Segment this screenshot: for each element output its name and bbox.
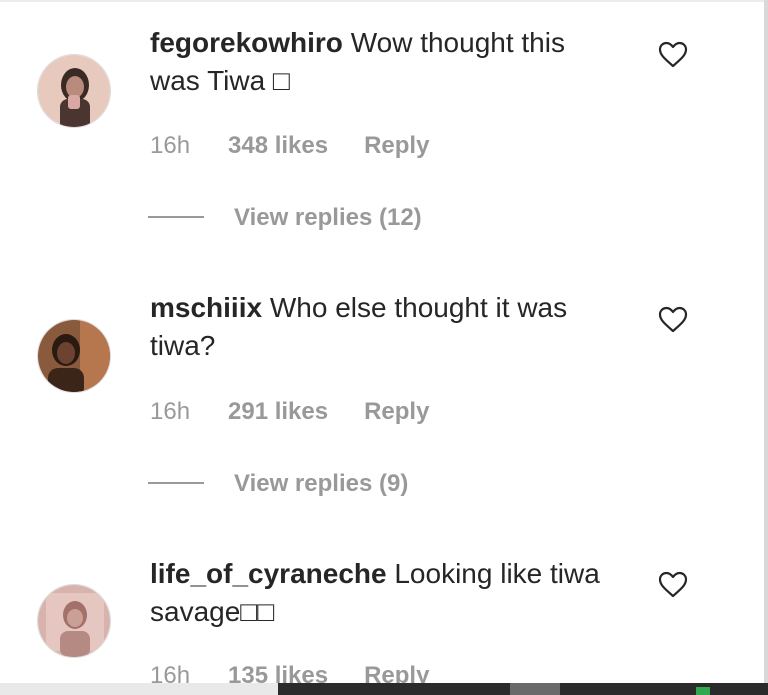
taskbar-button[interactable] — [510, 683, 560, 695]
comment-timestamp: 16h — [150, 132, 191, 159]
view-replies-line — [148, 481, 204, 484]
comment-likes[interactable]: 291 likes — [228, 398, 328, 426]
view-replies-button[interactable]: View replies (9) — [148, 470, 408, 498]
heart-outline-icon[interactable] — [658, 41, 688, 69]
comment-body-line2: savage□□ — [150, 596, 275, 627]
top-border — [0, 0, 768, 2]
comment-likes[interactable]: 348 likes — [228, 132, 328, 160]
view-replies-button[interactable]: View replies (12) — [148, 204, 422, 232]
comment-text: fegorekowhiro Wow thought this was Tiwa … — [150, 24, 640, 100]
comment-meta: 16h 348 likes Reply — [150, 132, 429, 160]
view-replies-label: View replies (9) — [234, 470, 409, 497]
view-replies-label: View replies (12) — [234, 204, 422, 231]
comment-body-line1: Who else thought it was — [262, 292, 568, 323]
heart-outline-icon[interactable] — [658, 306, 688, 334]
avatar[interactable] — [37, 584, 111, 658]
comment-meta: 16h 291 likes Reply — [150, 398, 429, 426]
avatar[interactable] — [37, 54, 111, 128]
comment-username[interactable]: life_of_cyraneche — [150, 558, 387, 589]
comment-text: mschiiix Who else thought it was tiwa? — [150, 289, 640, 365]
comment-text: life_of_cyraneche Looking like tiwa sava… — [150, 555, 640, 631]
reply-button[interactable]: Reply — [364, 398, 429, 426]
view-replies-line — [148, 215, 204, 218]
comment-username[interactable]: mschiiix — [150, 292, 262, 323]
comment-timestamp: 16h — [150, 398, 191, 425]
comment-body-line2: tiwa? — [150, 330, 216, 361]
right-frame-border — [764, 0, 768, 695]
comment-body-line1: Looking like tiwa — [386, 558, 600, 589]
comment-body-line2: was Tiwa □ — [150, 65, 290, 96]
comment-username[interactable]: fegorekowhiro — [150, 27, 343, 58]
taskbar-indicator — [696, 687, 710, 695]
comment-body-line1: Wow thought this — [342, 27, 565, 58]
heart-outline-icon[interactable] — [658, 571, 688, 599]
reply-button[interactable]: Reply — [364, 132, 429, 160]
avatar[interactable] — [37, 319, 111, 393]
